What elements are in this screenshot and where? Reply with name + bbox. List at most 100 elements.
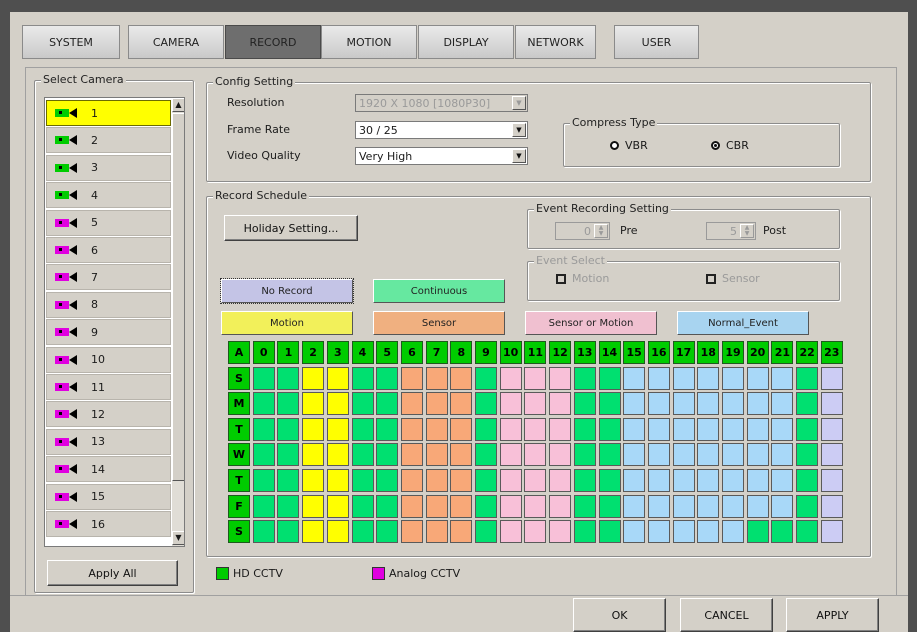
scroll-up-icon[interactable]: ▲ — [172, 98, 184, 112]
schedule-cell[interactable] — [722, 392, 744, 416]
schedule-cell[interactable] — [722, 520, 744, 544]
select-all-header[interactable]: A — [228, 341, 250, 364]
day-header[interactable]: T — [228, 469, 250, 492]
schedule-cell[interactable] — [573, 417, 596, 441]
camera-item[interactable]: 2 — [46, 127, 171, 154]
schedule-cell[interactable] — [351, 417, 374, 441]
schedule-cell[interactable] — [771, 494, 794, 518]
schedule-cell[interactable] — [302, 366, 325, 390]
schedule-cell[interactable] — [697, 443, 720, 467]
schedule-cell[interactable] — [623, 469, 646, 492]
schedule-cell[interactable] — [549, 520, 572, 544]
schedule-cell[interactable] — [499, 366, 522, 390]
tab-system[interactable]: SYSTEM — [22, 25, 120, 59]
schedule-cell[interactable] — [722, 443, 744, 467]
schedule-cell[interactable] — [277, 366, 300, 390]
schedule-cell[interactable] — [549, 366, 572, 390]
schedule-cell[interactable] — [475, 443, 497, 467]
schedule-cell[interactable] — [326, 469, 349, 492]
schedule-cell[interactable] — [326, 494, 349, 518]
hour-header[interactable]: 5 — [376, 341, 399, 364]
schedule-cell[interactable] — [400, 494, 423, 518]
schedule-cell[interactable] — [302, 469, 325, 492]
schedule-cell[interactable] — [573, 469, 596, 492]
hour-header[interactable]: 13 — [573, 341, 596, 364]
schedule-cell[interactable] — [499, 443, 522, 467]
schedule-cell[interactable] — [376, 469, 399, 492]
schedule-cell[interactable] — [598, 494, 621, 518]
hour-header[interactable]: 17 — [672, 341, 695, 364]
schedule-cell[interactable] — [573, 494, 596, 518]
schedule-cell[interactable] — [796, 494, 819, 518]
schedule-cell[interactable] — [277, 494, 300, 518]
schedule-cell[interactable] — [326, 443, 349, 467]
schedule-cell[interactable] — [820, 392, 843, 416]
hour-header[interactable]: 20 — [746, 341, 769, 364]
camera-item[interactable]: 8 — [46, 291, 171, 318]
hour-header[interactable]: 11 — [524, 341, 547, 364]
hour-header[interactable]: 15 — [623, 341, 646, 364]
schedule-cell[interactable] — [400, 469, 423, 492]
tab-record[interactable]: RECORD — [225, 25, 321, 59]
camera-list-scrollbar[interactable]: ▲ ▼ — [172, 98, 184, 546]
schedule-cell[interactable] — [771, 469, 794, 492]
schedule-cell[interactable] — [771, 443, 794, 467]
schedule-cell[interactable] — [820, 443, 843, 467]
schedule-cell[interactable] — [623, 520, 646, 544]
schedule-cell[interactable] — [697, 366, 720, 390]
schedule-cell[interactable] — [746, 494, 769, 518]
sensor-or-motion-mode-button[interactable]: Sensor or Motion — [525, 311, 657, 335]
schedule-cell[interactable] — [302, 392, 325, 416]
schedule-cell[interactable] — [252, 494, 275, 518]
schedule-cell[interactable] — [450, 494, 473, 518]
schedule-cell[interactable] — [573, 443, 596, 467]
schedule-cell[interactable] — [450, 392, 473, 416]
schedule-cell[interactable] — [277, 392, 300, 416]
camera-item[interactable]: 15 — [46, 483, 171, 510]
schedule-cell[interactable] — [771, 520, 794, 544]
camera-item[interactable]: 3 — [46, 154, 171, 181]
schedule-cell[interactable] — [425, 417, 448, 441]
schedule-cell[interactable] — [400, 417, 423, 441]
schedule-cell[interactable] — [598, 366, 621, 390]
schedule-cell[interactable] — [771, 392, 794, 416]
schedule-cell[interactable] — [450, 417, 473, 441]
schedule-cell[interactable] — [326, 366, 349, 390]
schedule-cell[interactable] — [475, 392, 497, 416]
camera-item[interactable]: 12 — [46, 401, 171, 428]
hour-header[interactable]: 19 — [722, 341, 744, 364]
schedule-cell[interactable] — [400, 366, 423, 390]
schedule-cell[interactable] — [277, 520, 300, 544]
schedule-cell[interactable] — [623, 417, 646, 441]
schedule-cell[interactable] — [796, 469, 819, 492]
hour-header[interactable]: 21 — [771, 341, 794, 364]
hour-header[interactable]: 3 — [326, 341, 349, 364]
schedule-cell[interactable] — [450, 366, 473, 390]
schedule-cell[interactable] — [697, 469, 720, 492]
scroll-thumb[interactable] — [172, 113, 184, 481]
schedule-cell[interactable] — [524, 392, 547, 416]
hour-header[interactable]: 8 — [450, 341, 473, 364]
schedule-cell[interactable] — [425, 366, 448, 390]
hour-header[interactable]: 18 — [697, 341, 720, 364]
camera-item[interactable]: 5 — [46, 209, 171, 236]
day-header[interactable]: S — [228, 520, 250, 544]
hour-header[interactable]: 10 — [499, 341, 522, 364]
schedule-cell[interactable] — [376, 520, 399, 544]
schedule-cell[interactable] — [277, 443, 300, 467]
no-record-mode-button[interactable]: No Record — [220, 278, 354, 304]
schedule-cell[interactable] — [425, 469, 448, 492]
schedule-cell[interactable] — [598, 392, 621, 416]
apply-all-button[interactable]: Apply All — [47, 560, 178, 586]
cancel-button[interactable]: CANCEL — [680, 598, 773, 632]
tab-user[interactable]: USER — [614, 25, 699, 59]
schedule-cell[interactable] — [475, 520, 497, 544]
schedule-cell[interactable] — [549, 494, 572, 518]
chevron-down-icon[interactable]: ▼ — [512, 149, 526, 163]
camera-item[interactable]: 1 — [46, 100, 171, 126]
frame-rate-select[interactable]: 30 / 25 ▼ — [355, 121, 528, 139]
schedule-cell[interactable] — [820, 494, 843, 518]
schedule-cell[interactable] — [549, 443, 572, 467]
apply-button[interactable]: APPLY — [786, 598, 879, 632]
schedule-cell[interactable] — [499, 520, 522, 544]
